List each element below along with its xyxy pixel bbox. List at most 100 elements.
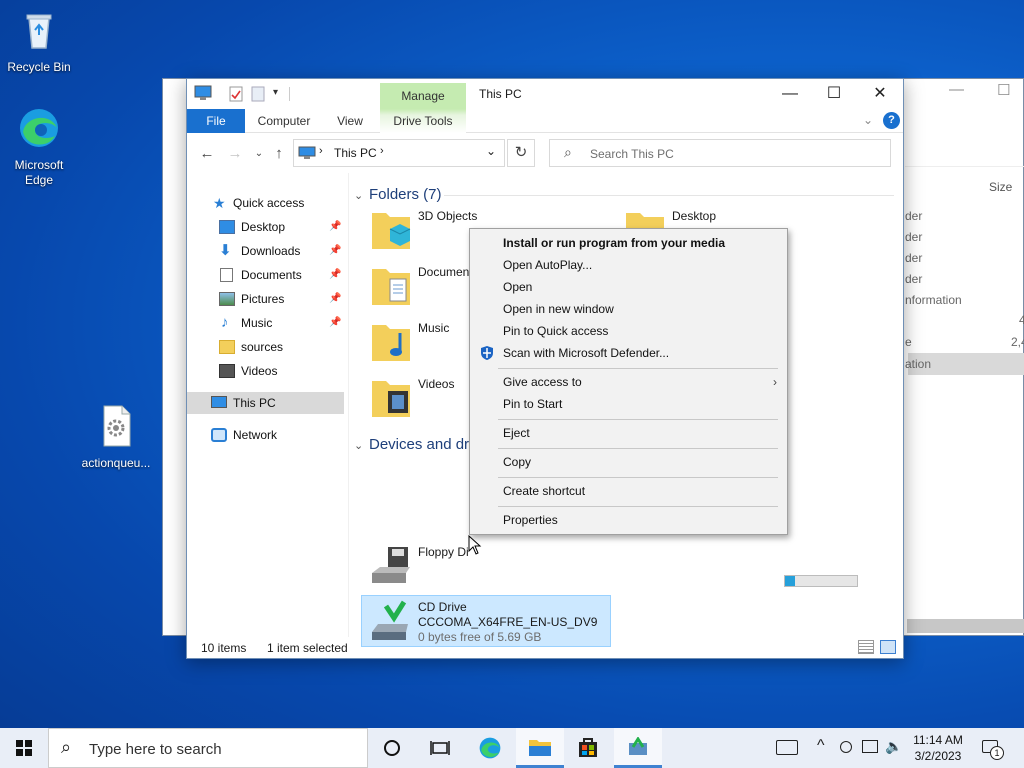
forward-arrow-icon[interactable]: → (225, 145, 245, 163)
devices-group-header[interactable]: Devices and dri (369, 436, 472, 453)
quick-access-toolbar-dropdown[interactable]: ▾ (273, 87, 278, 98)
taskbar-search-input[interactable]: ⌕ Type here to search (48, 728, 368, 768)
videos-folder-icon (372, 381, 410, 417)
taskbar-app-store[interactable] (564, 728, 612, 768)
sidebar-item-this-pc[interactable]: This PC (187, 392, 344, 414)
properties-icon[interactable] (229, 86, 243, 102)
sidebar-item-label: Desktop (241, 220, 286, 234)
bg-window-maximize[interactable]: ☐ (997, 81, 1010, 99)
bg-row-text: 2,4 (1011, 335, 1024, 349)
show-hidden-icons-chevron-icon[interactable]: ^ (817, 737, 825, 755)
desktop-icon-edge[interactable]: Microsoft Edge (3, 106, 75, 188)
network-status-icon[interactable] (862, 740, 878, 753)
minimize-button[interactable]: — (767, 81, 813, 107)
menu-item-label: Scan with Microsoft Defender... (503, 346, 670, 360)
sidebar-item-label: sources (241, 340, 284, 354)
tab-drive-tools[interactable]: Drive Tools (380, 109, 466, 133)
sidebar-item-label: Music (241, 316, 273, 330)
menu-item-open-autoplay[interactable]: Open AutoPlay... (470, 254, 787, 276)
folder-name: Music (418, 321, 450, 335)
search-input[interactable]: ⌕ Search This PC (549, 139, 891, 167)
sidebar-item-label: Downloads (241, 244, 301, 258)
details-view-icon[interactable] (858, 640, 874, 654)
navigation-pane: ★ Quick access Desktop 📌 ⬇ Downloads 📌 D… (187, 173, 349, 637)
desktop-icon-recycle-bin[interactable]: Recycle Bin (3, 8, 75, 75)
menu-item-install-or-run[interactable]: Install or run program from your media (470, 232, 787, 254)
sidebar-item-downloads[interactable]: ⬇ Downloads 📌 (187, 240, 347, 262)
manage-context-tab[interactable]: Manage (380, 83, 466, 110)
breadcrumb-separator-icon[interactable]: › (380, 145, 384, 157)
ribbon-tabs: File Computer View Drive Tools ⌄ ? (187, 109, 903, 133)
bg-scrollbar[interactable] (907, 619, 1024, 633)
sidebar-item-pictures[interactable]: Pictures 📌 (187, 288, 347, 310)
menu-item-open[interactable]: Open (470, 276, 787, 298)
sidebar-item-sources[interactable]: sources (187, 336, 347, 358)
menu-item-properties[interactable]: Properties (470, 509, 787, 531)
file-explorer-icon (529, 740, 551, 756)
close-button[interactable]: ✕ (857, 81, 903, 107)
sidebar-item-documents[interactable]: Documents 📌 (187, 264, 347, 286)
taskbar-app-file-explorer[interactable] (516, 728, 564, 768)
back-arrow-icon[interactable]: ← (197, 145, 217, 163)
collapse-devices-chevron-icon[interactable]: ⌄ (354, 439, 363, 452)
sidebar-item-videos[interactable]: Videos (187, 360, 347, 382)
taskbar-app-setup[interactable] (614, 728, 662, 768)
sidebar-item-label: Quick access (233, 196, 305, 210)
touch-keyboard-icon[interactable] (776, 740, 798, 755)
help-icon[interactable]: ? (883, 112, 900, 129)
large-icons-view-icon[interactable] (880, 640, 896, 654)
webcam-icon[interactable] (840, 741, 852, 753)
menu-item-eject[interactable]: Eject (470, 422, 787, 444)
address-row: ← → ⌄ ↑ › This PC › ⌄ ↻ ⌕ Search This PC (187, 133, 903, 173)
taskbar-app-edge[interactable] (466, 728, 514, 768)
pictures-icon (219, 292, 235, 306)
desktop-folder-icon (219, 220, 235, 234)
maximize-button[interactable]: ☐ (811, 81, 857, 107)
bg-row-text: 4 (1019, 313, 1024, 327)
expand-ribbon-chevron-icon[interactable]: ⌄ (863, 113, 873, 127)
start-button[interactable] (0, 728, 48, 768)
bg-row-text: der (905, 272, 923, 286)
download-arrow-icon: ⬇ (219, 242, 232, 259)
menu-item-scan-defender[interactable]: Scan with Microsoft Defender... (470, 342, 787, 364)
taskbar-clock[interactable]: 11:14 AM 3/2/2023 (906, 732, 970, 764)
status-item-count: 10 items (201, 641, 247, 655)
volume-muted-icon[interactable]: 🔈 (885, 738, 902, 755)
sidebar-item-quick-access[interactable]: ★ Quick access (187, 192, 347, 214)
edge-icon (20, 109, 58, 147)
bg-row-text: der (905, 230, 923, 244)
refresh-button[interactable]: ↻ (507, 139, 535, 167)
desktop-icon-label: Microsoft Edge (14, 158, 64, 187)
folders-group-header[interactable]: Folders (7) (369, 186, 442, 203)
title-bar[interactable]: ▾ Manage This PC — ☐ ✕ (187, 79, 903, 110)
up-arrow-icon[interactable]: ↑ (269, 145, 289, 163)
task-view-icon-button[interactable] (416, 728, 464, 768)
drive-usage-bar-partial (784, 575, 858, 587)
menu-item-give-access[interactable]: Give access to › (470, 371, 787, 393)
tab-view[interactable]: View (327, 109, 373, 133)
sidebar-item-desktop[interactable]: Desktop 📌 (187, 216, 347, 238)
tab-file[interactable]: File (187, 109, 245, 133)
address-dropdown-chevron-icon[interactable]: ⌄ (486, 144, 496, 158)
task-view-button[interactable] (368, 728, 416, 768)
recent-locations-chevron-icon[interactable]: ⌄ (249, 145, 269, 163)
menu-item-pin-quick-access[interactable]: Pin to Quick access (470, 320, 787, 342)
menu-item-copy[interactable]: Copy (470, 451, 787, 473)
desktop-icon-actionqueue[interactable]: actionqueu... (80, 404, 152, 471)
address-bar[interactable]: › This PC › ⌄ (293, 139, 505, 167)
notifications-button[interactable]: 1 (980, 736, 1004, 760)
sidebar-item-music[interactable]: ♪ Music 📌 (187, 312, 347, 334)
new-folder-icon[interactable] (251, 86, 265, 102)
menu-item-pin-start[interactable]: Pin to Start (470, 393, 787, 415)
bg-window-minimize[interactable]: — (949, 81, 964, 98)
tab-computer[interactable]: Computer (249, 109, 319, 133)
desktop-icon-label: actionqueu... (81, 456, 151, 470)
breadcrumb-this-pc[interactable]: This PC (334, 146, 377, 160)
bg-column-header-size[interactable]: Size (989, 180, 1012, 194)
breadcrumb-separator-icon[interactable]: › (319, 145, 323, 157)
menu-item-open-new-window[interactable]: Open in new window (470, 298, 787, 320)
sidebar-item-network[interactable]: Network (187, 424, 347, 446)
menu-item-create-shortcut[interactable]: Create shortcut (470, 480, 787, 502)
collapse-folders-chevron-icon[interactable]: ⌄ (354, 189, 363, 202)
drive-floppy[interactable]: Floppy Di (362, 541, 602, 593)
